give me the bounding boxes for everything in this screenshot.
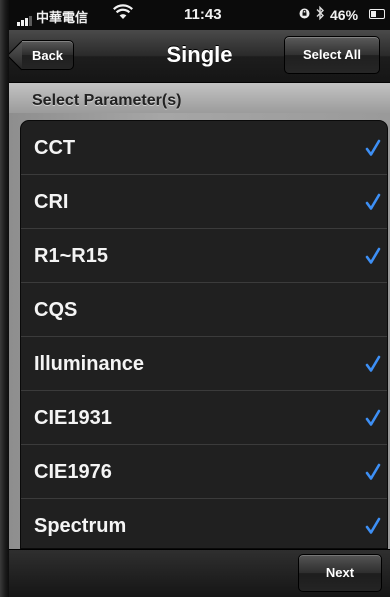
- checkmark-icon: [365, 247, 381, 264]
- clock: 11:43: [184, 6, 222, 23]
- parameter-label: CQS: [34, 299, 78, 321]
- checkmark-icon: [365, 139, 381, 156]
- battery-icon: [369, 9, 385, 19]
- parameter-row-r1-r15[interactable]: R1~R15: [21, 229, 387, 283]
- checkmark-icon: [365, 517, 381, 534]
- parameter-label: CRI: [34, 191, 69, 213]
- screen: 中華電信 11:43 46% Back Single Select All Se…: [9, 0, 390, 597]
- parameter-row-cie1931[interactable]: CIE1931: [21, 391, 387, 445]
- device-bezel: [0, 0, 9, 597]
- parameter-row-cct[interactable]: CCT: [21, 121, 387, 175]
- parameter-label: CIE1931: [34, 407, 112, 429]
- next-button[interactable]: Next: [298, 554, 382, 592]
- parameter-label: CCT: [34, 137, 76, 159]
- parameter-label: Spectrum: [34, 515, 127, 537]
- section-title: Select Parameter(s): [32, 92, 182, 109]
- parameter-row-cqs[interactable]: CQS: [21, 283, 387, 337]
- parameter-row-illuminance[interactable]: Illuminance: [21, 337, 387, 391]
- checkmark-icon: [365, 355, 381, 372]
- status-bar: 中華電信 11:43 46%: [9, 0, 390, 30]
- checkmark-icon: [365, 409, 381, 426]
- back-button[interactable]: Back: [22, 40, 74, 70]
- parameter-label: CIE1976: [34, 461, 112, 483]
- carrier: 中華電信: [17, 7, 89, 27]
- select-all-button[interactable]: Select All: [284, 36, 380, 74]
- parameter-row-cie1976[interactable]: CIE1976: [21, 445, 387, 499]
- battery-percent: 46%: [330, 7, 359, 23]
- parameter-list: CCT CRI R1~R15 CQS Illuminance CIE1931 C…: [20, 120, 388, 549]
- parameter-label: R1~R15: [34, 245, 108, 267]
- parameter-label: Illuminance: [34, 353, 145, 375]
- back-button-container: Back: [9, 30, 99, 82]
- bottom-toolbar: Next: [9, 549, 390, 597]
- checkmark-icon: [365, 193, 381, 210]
- checkmark-icon: [365, 463, 381, 480]
- parameter-row-spectrum[interactable]: Spectrum: [21, 499, 387, 548]
- parameter-row-cri[interactable]: CRI: [21, 175, 387, 229]
- bluetooth-icon: [316, 5, 324, 21]
- carrier-name: 中華電信: [36, 10, 89, 25]
- navigation-bar: Back Single Select All: [9, 30, 390, 83]
- section-header: Select Parameter(s): [9, 83, 390, 113]
- orientation-lock-icon: [299, 8, 310, 19]
- wifi-icon: [113, 4, 133, 19]
- signal-icon: [17, 11, 33, 27]
